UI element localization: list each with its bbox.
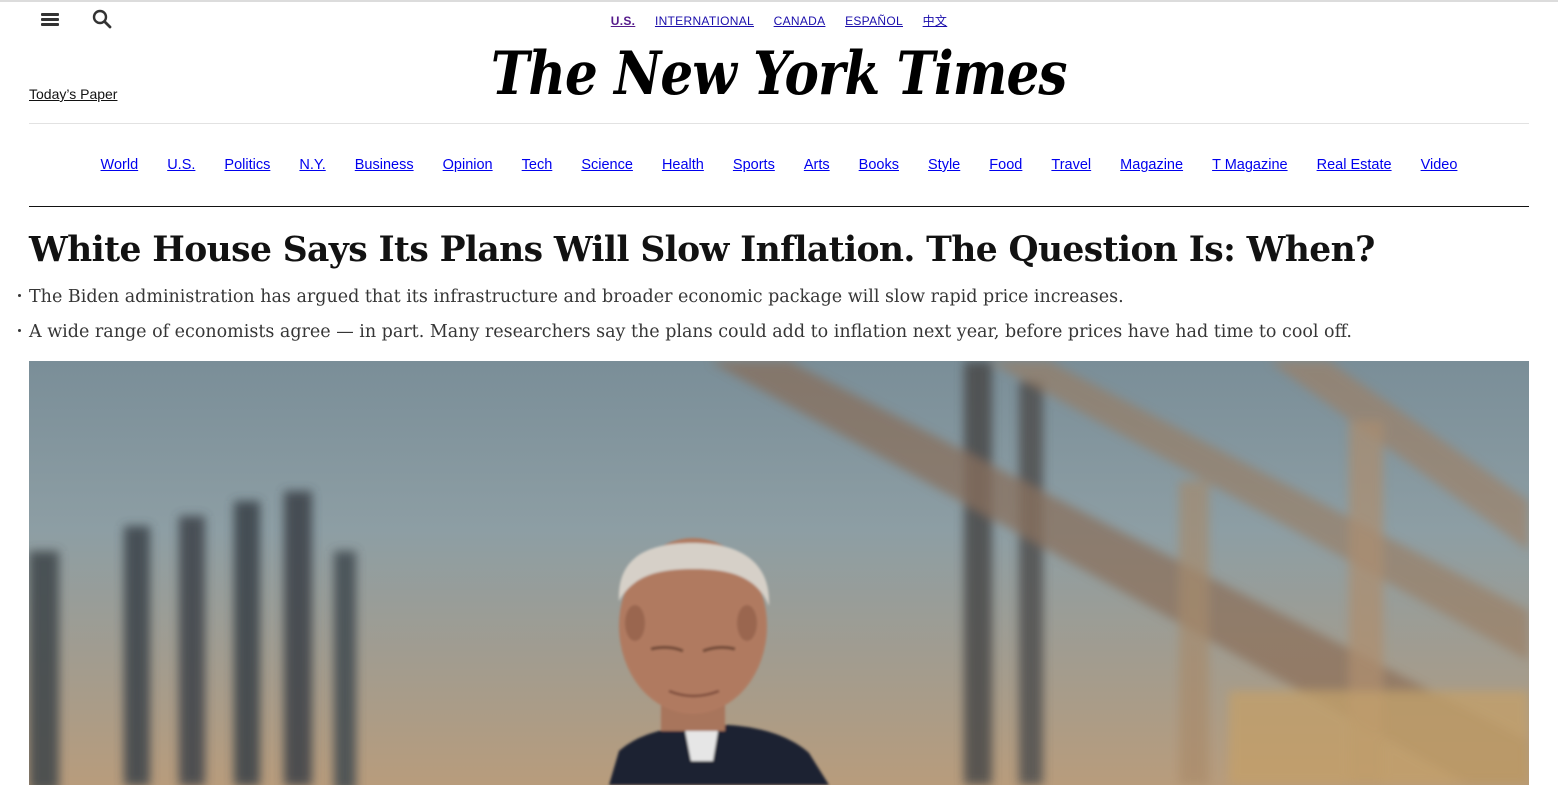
edition-chinese[interactable]: 中文 xyxy=(923,14,948,28)
edition-international[interactable]: INTERNATIONAL xyxy=(655,14,754,28)
edition-canada[interactable]: CANADA xyxy=(774,14,826,28)
nav-video[interactable]: Video xyxy=(1421,157,1458,173)
nav-tech[interactable]: Tech xyxy=(522,157,553,173)
masthead-logo[interactable]: The New York Times xyxy=(0,36,1558,112)
nav-t-magazine[interactable]: T Magazine xyxy=(1212,157,1288,173)
summary-item: The Biden administration has argued that… xyxy=(29,287,1124,307)
section-nav: World U.S. Politics N.Y. Business Opinio… xyxy=(0,157,1558,173)
nav-science[interactable]: Science xyxy=(581,157,633,173)
edition-us[interactable]: U.S. xyxy=(611,14,636,28)
nav-travel[interactable]: Travel xyxy=(1051,157,1091,173)
nav-arts[interactable]: Arts xyxy=(804,157,830,173)
summary-bullet xyxy=(18,329,21,332)
nav-business[interactable]: Business xyxy=(355,157,414,173)
nav-us[interactable]: U.S. xyxy=(167,157,195,173)
nav-books[interactable]: Books xyxy=(859,157,899,173)
article-photo[interactable] xyxy=(29,361,1529,785)
nav-opinion[interactable]: Opinion xyxy=(443,157,493,173)
summary-item: A wide range of economists agree — in pa… xyxy=(29,322,1352,342)
nav-food[interactable]: Food xyxy=(989,157,1022,173)
nav-real-estate[interactable]: Real Estate xyxy=(1317,157,1392,173)
nav-sports[interactable]: Sports xyxy=(733,157,775,173)
article-headline[interactable]: White House Says Its Plans Will Slow Inf… xyxy=(29,230,1375,270)
masthead-text[interactable]: The New York Times xyxy=(491,36,1068,112)
edition-espanol[interactable]: ESPAÑOL xyxy=(845,14,903,28)
summary-bullet xyxy=(18,294,21,297)
nav-health[interactable]: Health xyxy=(662,157,704,173)
nav-politics[interactable]: Politics xyxy=(224,157,270,173)
todays-paper-link[interactable]: Today’s Paper xyxy=(29,86,117,102)
nav-style[interactable]: Style xyxy=(928,157,960,173)
divider xyxy=(29,123,1529,124)
nav-ny[interactable]: N.Y. xyxy=(299,157,325,173)
edition-menu: U.S. INTERNATIONAL CANADA ESPAÑOL 中文 xyxy=(0,12,1558,29)
nav-world[interactable]: World xyxy=(101,157,139,173)
nav-magazine[interactable]: Magazine xyxy=(1120,157,1183,173)
top-border xyxy=(0,0,1558,2)
section-divider xyxy=(29,206,1529,207)
